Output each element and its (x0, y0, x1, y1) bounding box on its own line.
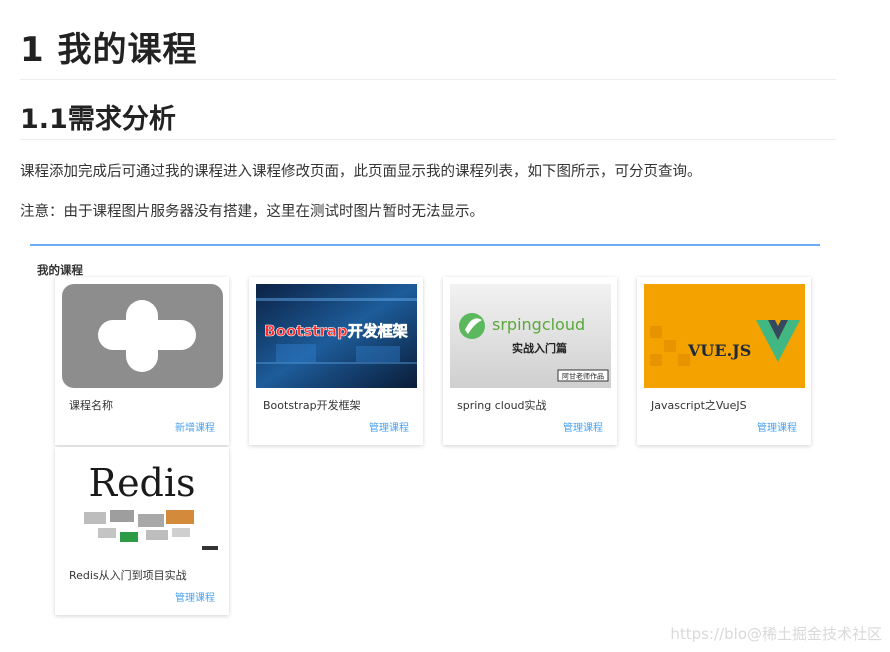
bootstrap-cover-image: Bootstrap开发框架 (256, 284, 417, 388)
svg-text:阿甘老师作品: 阿甘老师作品 (562, 372, 604, 381)
page-heading: 1 我的课程 (20, 30, 198, 70)
add-course-thumbnail (62, 284, 223, 388)
course-card-vuejs[interactable]: VUE.JS Javascript之VueJS 管理课程 (637, 277, 811, 445)
course-card-redis[interactable]: Redis Redis从入门到项目实战 管理课程 (55, 447, 229, 615)
redis-cover-image: Redis (62, 454, 223, 558)
course-name: Redis从入门到项目实战 (69, 569, 187, 582)
manage-course-link[interactable]: 管理课程 (175, 589, 215, 604)
my-courses-title: 我的课程 (37, 263, 83, 277)
add-course-link[interactable]: 新增课程 (175, 419, 215, 434)
manage-course-link[interactable]: 管理课程 (563, 419, 603, 434)
description-paragraph: 课程添加完成后可通过我的课程进入课程修改页面，此页面显示我的课程列表，如下图所示… (20, 164, 702, 180)
svg-text:srpingcloud: srpingcloud (492, 315, 585, 334)
course-card-add[interactable]: 课程名称 新增课程 (55, 277, 229, 445)
note-paragraph: 注意：由于课程图片服务器没有搭建，这里在测试时图片暂时无法显示。 (20, 204, 484, 220)
screenshot-top-bar (30, 244, 820, 246)
course-name: 课程名称 (69, 399, 113, 412)
vuejs-cover-image: VUE.JS (644, 284, 805, 388)
course-card-springcloud[interactable]: srpingcloud 实战入门篇 阿甘老师作品 spring cloud实战 … (443, 277, 617, 445)
svg-text:实战入门篇: 实战入门篇 (512, 341, 567, 355)
course-name: Javascript之VueJS (651, 399, 747, 412)
manage-course-link[interactable]: 管理课程 (369, 419, 409, 434)
course-name: Bootstrap开发框架 (263, 399, 361, 412)
site-watermark: https://blo@稀土掘金技术社区 (670, 625, 882, 643)
svg-text:VUE.JS: VUE.JS (687, 341, 751, 360)
course-card-bootstrap[interactable]: Bootstrap开发框架 Bootstrap开发框架 管理课程 (249, 277, 423, 445)
section-divider (20, 139, 836, 140)
springcloud-cover-image: srpingcloud 实战入门篇 阿甘老师作品 (450, 284, 611, 388)
section-heading: 1.1需求分析 (20, 104, 176, 135)
manage-course-link[interactable]: 管理课程 (757, 419, 797, 434)
heading-divider (20, 79, 836, 80)
svg-text:Bootstrap开发框架: Bootstrap开发框架 (264, 322, 408, 340)
course-name: spring cloud实战 (457, 399, 547, 412)
svg-text:Redis: Redis (88, 461, 195, 505)
